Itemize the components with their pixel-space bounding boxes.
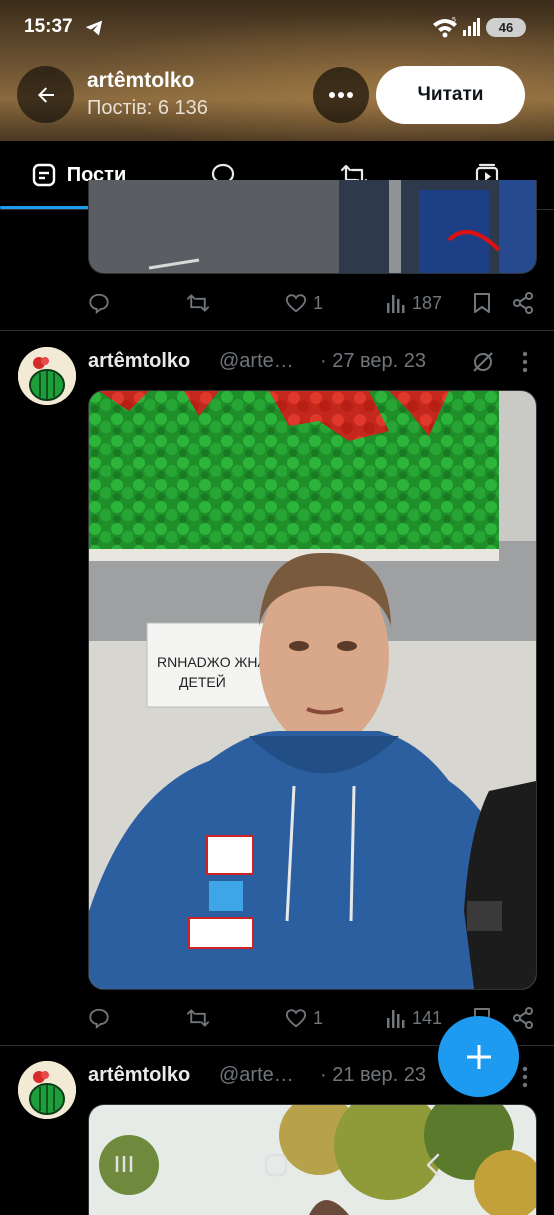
share-button[interactable] — [512, 283, 534, 323]
wifi-icon: 5 — [433, 17, 457, 38]
sign-text-line1: RNHADЖO ЖHA — [157, 654, 268, 670]
post-actions: 1 187 — [0, 283, 554, 323]
views-button[interactable]: 141 — [386, 998, 442, 1038]
repost-button[interactable] — [186, 283, 210, 323]
follow-button[interactable]: Читати — [376, 66, 525, 124]
share-button[interactable] — [512, 998, 534, 1038]
train-window-photo — [89, 180, 536, 273]
share-icon — [513, 292, 533, 314]
svg-text:5: 5 — [452, 17, 456, 24]
views-count: 187 — [412, 292, 443, 313]
views-chart-icon — [387, 295, 405, 313]
status-bar: 15:37 5 46 — [0, 0, 554, 56]
reply-icon — [89, 293, 109, 314]
more-vertical-icon[interactable] — [521, 1066, 529, 1088]
grok-icon[interactable] — [471, 350, 495, 374]
more-options-button[interactable] — [313, 67, 369, 123]
back-button[interactable] — [17, 66, 74, 123]
post-image[interactable] — [88, 180, 537, 274]
post-author-name[interactable]: artêmtolko — [88, 1064, 190, 1087]
bookmark-button[interactable] — [472, 283, 492, 323]
selfie-photo: RNHADЖO ЖHA ДETEЙ — [89, 391, 536, 989]
post-author-handle[interactable]: @arte… — [219, 1064, 294, 1087]
like-button[interactable]: 1 — [285, 998, 323, 1038]
views-count: 141 — [412, 1007, 443, 1028]
post-date[interactable]: · 21 вер. 23 — [320, 1064, 426, 1087]
post-divider — [0, 330, 554, 331]
post-image[interactable]: RNHADЖO ЖHA ДETEЙ — [88, 390, 537, 990]
signal-icon — [463, 18, 480, 36]
sign-text-line2: ДETEЙ — [179, 673, 226, 690]
profile-header: 15:37 5 46 artêmtolko Постів: 6 136 Чита… — [0, 0, 554, 141]
cactus-avatar-icon — [18, 1061, 76, 1119]
like-count: 1 — [313, 292, 324, 313]
system-navigation-bar — [0, 1140, 554, 1200]
cactus-avatar-icon — [18, 347, 76, 405]
share-icon — [513, 1007, 533, 1029]
home-icon[interactable] — [263, 1152, 289, 1178]
reply-button[interactable] — [88, 998, 110, 1038]
post-date[interactable]: · 27 вер. 23 — [320, 350, 426, 373]
post-count: Постів: 6 136 — [87, 97, 208, 119]
compose-post-button[interactable] — [438, 1016, 519, 1097]
arrow-left-icon — [37, 86, 54, 103]
repost-icon — [186, 294, 210, 312]
like-button[interactable]: 1 — [285, 283, 323, 323]
repost-icon — [186, 1009, 210, 1027]
plus-icon — [466, 1044, 491, 1069]
back-nav-icon[interactable] — [423, 1152, 443, 1178]
post-author-name[interactable]: artêmtolko — [88, 350, 190, 373]
more-vertical-icon[interactable] — [521, 351, 529, 373]
battery-indicator: 46 — [486, 18, 526, 37]
post-author-handle[interactable]: @arte… — [219, 350, 294, 373]
more-horizontal-icon — [329, 92, 353, 98]
telegram-icon — [85, 20, 103, 36]
heart-icon — [285, 294, 307, 313]
like-count: 1 — [313, 1007, 324, 1028]
posts-icon — [32, 163, 55, 187]
views-button[interactable]: 187 — [386, 283, 442, 323]
status-time: 15:37 — [24, 16, 73, 37]
heart-icon — [285, 1009, 307, 1028]
bookmark-icon — [474, 293, 490, 313]
reply-icon — [89, 1008, 109, 1029]
views-chart-icon — [387, 1010, 405, 1028]
recent-apps-icon[interactable] — [112, 1152, 136, 1176]
avatar[interactable] — [18, 347, 76, 405]
avatar[interactable] — [18, 1061, 76, 1119]
repost-button[interactable] — [186, 998, 210, 1038]
reply-button[interactable] — [88, 283, 110, 323]
profile-name: artêmtolko — [87, 69, 195, 92]
